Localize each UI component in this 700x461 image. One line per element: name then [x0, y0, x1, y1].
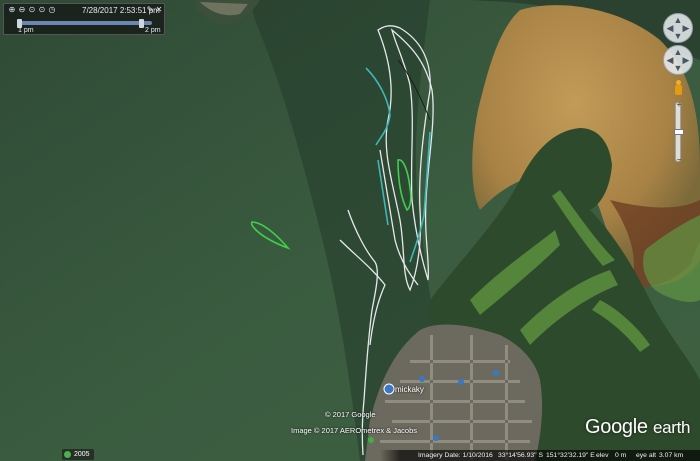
zoom-out-icon[interactable]: −	[674, 155, 684, 164]
time-slider[interactable]: ⊕ ⊖ ⊙ ⊙ ◷ 7/28/2017 2:53:51 pm ✎ ✕ 1 pm …	[3, 3, 165, 35]
google-earth-logo: Google earth	[585, 416, 691, 439]
eye-altitude-label: eye alt	[636, 452, 657, 459]
satellite-map[interactable]	[0, 0, 700, 461]
south-arrow-icon: ▼	[673, 31, 683, 41]
time-slider-track[interactable]	[19, 21, 152, 25]
elevation-value: 0 m	[615, 452, 627, 459]
wrench-icon[interactable]: ✎	[146, 6, 154, 14]
zoom-slider[interactable]: + −	[674, 100, 684, 164]
google-earth-viewport[interactable]: ⊕ ⊖ ⊙ ⊙ ◷ 7/28/2017 2:53:51 pm ✎ ✕ 1 pm …	[0, 0, 700, 461]
green-pin-marker[interactable]	[368, 437, 374, 443]
time-slider-end-handle[interactable]	[139, 19, 145, 28]
pin-marker[interactable]	[493, 370, 499, 376]
magnifier-plus-icon[interactable]: ⊕	[8, 6, 16, 14]
navigation-controls: ▲ ▼ ◀ ▶ ▲ ▼ ◀ ▶ + −	[660, 0, 700, 180]
pin-marker[interactable]	[419, 376, 425, 382]
copyright-imagery: Image © 2017 AEROmetrex & Jacobs	[291, 426, 418, 435]
street-view-person-icon[interactable]	[673, 80, 683, 96]
east-arrow-icon: ▶	[682, 23, 690, 33]
place-label[interactable]: mickaky	[395, 385, 424, 394]
logo-google: Google	[585, 416, 648, 438]
imagery-date: Imagery Date: 1/10/2016	[418, 452, 493, 459]
time-start-label: 1 pm	[18, 27, 34, 34]
logo-earth: earth	[652, 418, 691, 437]
zoom-slider-handle[interactable]	[674, 129, 684, 135]
north-compass-icon[interactable]: ▲ ▼ ◀ ▶	[663, 13, 693, 43]
copyright-google: © 2017 Google	[325, 410, 376, 419]
pin-marker[interactable]	[433, 435, 439, 441]
status-bar: Imagery Date: 1/10/2016 33°14'56.93" S 1…	[0, 450, 700, 461]
magnifier-icon[interactable]: ⊙	[28, 6, 36, 14]
elevation-label: elev	[596, 452, 609, 459]
clock-icon[interactable]: ◷	[48, 6, 56, 14]
close-icon[interactable]: ✕	[155, 6, 163, 14]
eye-altitude-value: 3.07 km	[659, 452, 684, 459]
pan-down-icon: ▼	[673, 63, 683, 73]
magnifier-minus-icon[interactable]: ⊖	[18, 6, 26, 14]
longitude-readout: 151°32'32.19" E	[546, 452, 595, 459]
time-end-label: 2 pm	[145, 27, 161, 34]
pin-marker[interactable]	[458, 379, 464, 385]
west-arrow-icon: ◀	[666, 23, 674, 33]
zoom-in-icon[interactable]: +	[674, 100, 684, 109]
look-joystick[interactable]: ▲ ▼ ◀ ▶	[663, 45, 693, 75]
town-marker[interactable]	[383, 383, 395, 395]
pan-left-icon: ◀	[666, 55, 674, 65]
pan-right-icon: ▶	[682, 55, 690, 65]
magnifier-icon[interactable]: ⊙	[38, 6, 46, 14]
latitude-readout: 33°14'56.93" S	[498, 452, 543, 459]
